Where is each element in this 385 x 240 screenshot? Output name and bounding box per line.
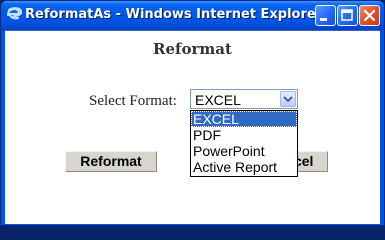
- maximize-icon: [341, 9, 353, 21]
- page-title: Reformat: [153, 40, 232, 58]
- format-option-pdf[interactable]: PDF: [191, 127, 297, 143]
- window-title: ReformatAs - Windows Internet Explorer: [25, 7, 323, 22]
- close-icon: [363, 9, 376, 22]
- maximize-button[interactable]: [337, 5, 358, 26]
- minimize-icon: [320, 18, 327, 21]
- ie-icon: [6, 7, 22, 20]
- format-option-powerpoint[interactable]: PowerPoint: [191, 143, 297, 159]
- close-button[interactable]: [359, 5, 380, 26]
- format-option-excel[interactable]: EXCEL: [191, 111, 297, 127]
- title-bar[interactable]: ReformatAs - Windows Internet Explorer: [1, 1, 384, 30]
- browser-window: ReformatAs - Windows Internet Explorer R…: [0, 0, 385, 226]
- minimize-button[interactable]: [315, 5, 336, 26]
- format-option-active-report[interactable]: Active Report: [191, 159, 297, 175]
- reformat-button[interactable]: Reformat: [65, 151, 157, 172]
- format-select-value: EXCEL: [195, 92, 241, 108]
- format-select[interactable]: EXCEL: [190, 89, 298, 109]
- chevron-down-icon: [283, 96, 293, 103]
- select-format-label: Select Format:: [89, 93, 177, 109]
- page-content: Reformat Select Format: EXCEL Reformat C…: [5, 30, 380, 224]
- dropdown-arrow-button[interactable]: [280, 91, 296, 107]
- format-dropdown-list: EXCEL PDF PowerPoint Active Report: [190, 110, 298, 177]
